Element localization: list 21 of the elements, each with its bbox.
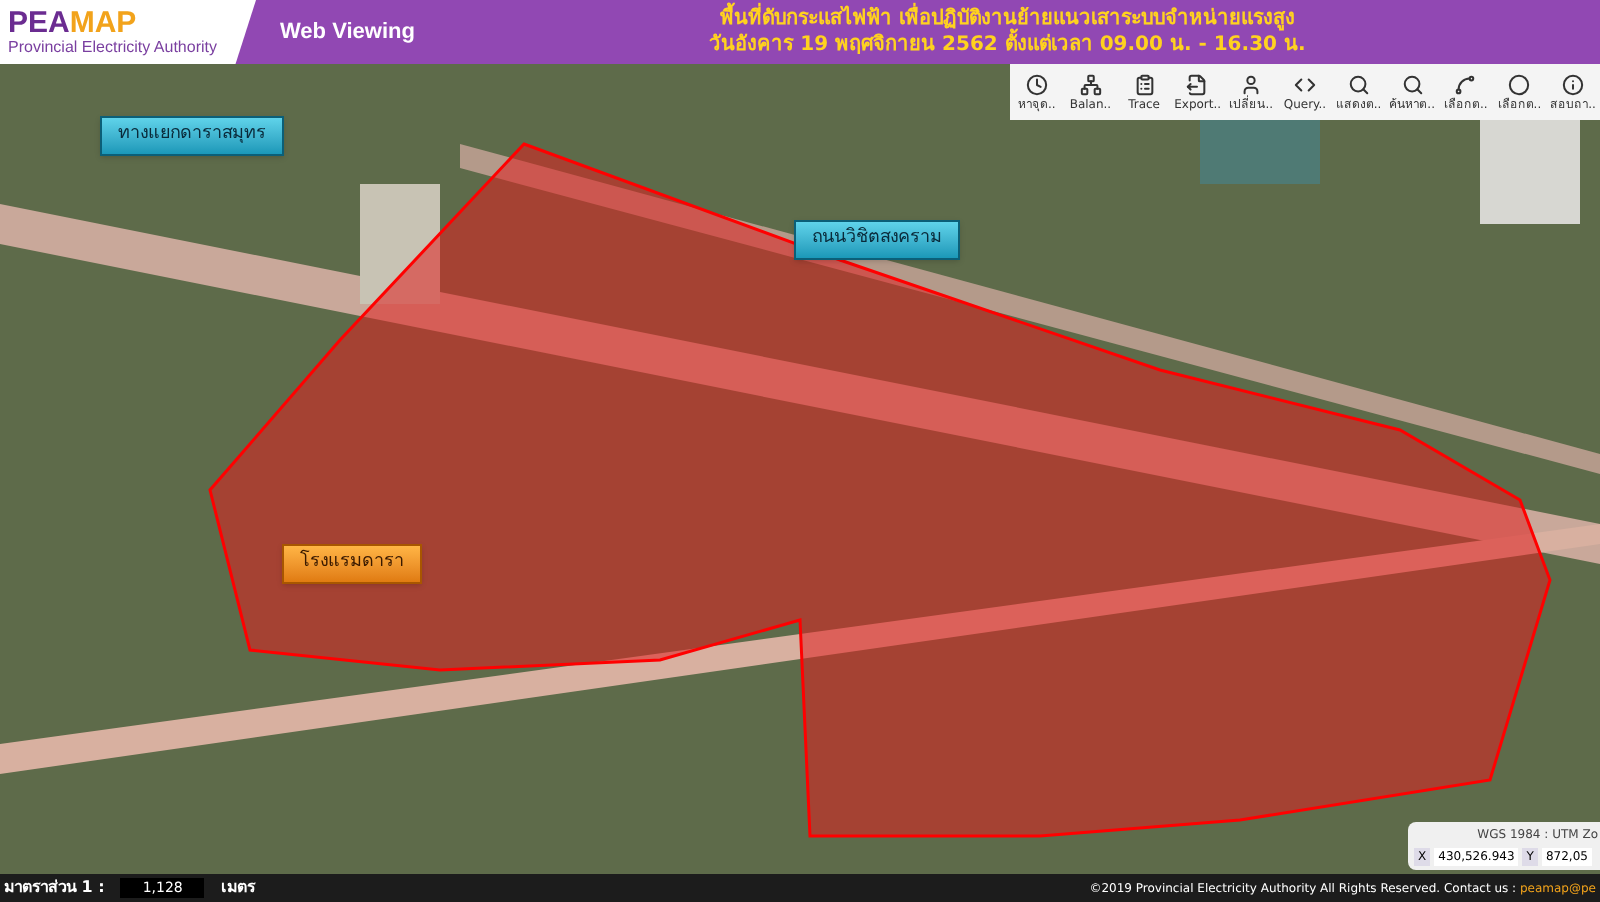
clipboard-icon	[1133, 73, 1156, 95]
map-place-label: ถนนวิชิตสงคราม	[794, 220, 960, 259]
clock-icon	[1025, 73, 1048, 95]
logo-text: PEAMAP	[8, 7, 139, 37]
user-icon	[1240, 73, 1263, 95]
scale-label: มาตราส่วน 1 :	[4, 876, 105, 900]
scale-unit: เมตร	[220, 876, 255, 900]
circle-icon	[1508, 73, 1531, 95]
map-place-label: โรงแรมดารา	[282, 544, 422, 583]
network-icon	[1079, 73, 1102, 95]
notice-text: วันอังคาร 19 พฤศจิกายน 2562 ตั้งแต่เวลา 09.00 น. - 16.30 น.	[709, 32, 1306, 58]
notice-text: พื้นที่ดับกระแสไฟฟ้า เพื่อปฏิบัติงานย้ายแนวเสาระบบจำหน่ายแรงสูง	[719, 6, 1295, 32]
info-icon	[1562, 73, 1585, 95]
logo-subtitle: Provincial Electricity Authority	[8, 37, 219, 57]
search-icon	[1401, 73, 1424, 95]
map-place-label: ทางแยกดาราสมุทร	[100, 116, 284, 155]
code-icon	[1293, 73, 1316, 95]
curve-icon	[1454, 73, 1477, 95]
mode-title: Web Viewing	[280, 17, 415, 48]
export-icon	[1186, 73, 1209, 95]
search-icon	[1347, 73, 1370, 95]
